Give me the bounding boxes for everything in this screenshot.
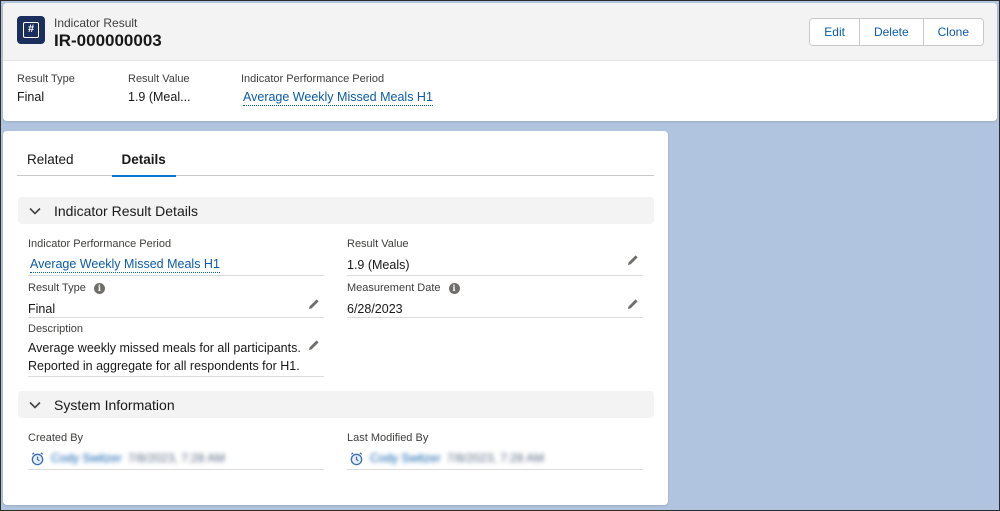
description-line-2: Reported in aggregate for all respondent… [28, 359, 300, 373]
field-value: 6/28/2023 [347, 302, 403, 316]
details-card: Related Details Indicator Result Details… [3, 131, 668, 505]
field-label: Description [28, 323, 84, 335]
field-result-type: Result Type i Final [28, 282, 324, 318]
field-label: Result Value [347, 238, 409, 250]
last-modified-by-value: Cody Switzer 7/8/2023, 7:28 AM [347, 449, 643, 467]
field-description: Description Average weekly missed meals … [28, 323, 324, 377]
pencil-edit-icon[interactable] [308, 298, 320, 310]
field-last-modified-by: Last Modified By Cody Switzer 7/8/2023, 7… [347, 432, 643, 470]
created-by-value: Cody Switzer 7/8/2023, 7:28 AM [28, 449, 324, 467]
field-value: 1.9 (Meals) [347, 258, 410, 272]
description-line-1: Average weekly missed meals for all part… [28, 341, 301, 355]
alarm-clock-icon [350, 451, 363, 465]
info-icon[interactable]: i [448, 282, 460, 294]
blurred-user-info: Cody Switzer 7/8/2023, 7:28 AM [370, 451, 544, 465]
pencil-edit-icon[interactable] [627, 254, 639, 266]
field-label: Created By [28, 432, 84, 444]
field-created-by: Created By Cody Switzer 7/8/2023, 7:28 AM [28, 432, 324, 470]
last-modified-by-user-link[interactable]: Cody Switzer [370, 451, 441, 465]
clone-button[interactable]: Clone [922, 19, 983, 45]
field-label-text: Measurement Date [347, 282, 441, 294]
field-value: Average weekly missed meals for all part… [28, 339, 324, 375]
section-header-system-information[interactable]: System Information [18, 391, 654, 418]
highlight-performance-period: Indicator Performance Period Average Wee… [241, 73, 433, 106]
field-label-text: Result Type [28, 282, 86, 294]
action-button-group: Edit Delete Clone [809, 18, 984, 46]
field-label: Last Modified By [347, 432, 429, 444]
highlight-result-type: Result Type Final [17, 73, 75, 104]
last-modified-by-timestamp: 7/8/2023, 7:28 AM [446, 451, 545, 465]
highlight-label: Result Type [17, 73, 75, 85]
section-header-indicator-result-details[interactable]: Indicator Result Details [18, 197, 654, 224]
field-result-value: Result Value 1.9 (Meals) [347, 238, 643, 276]
tab-details[interactable]: Details [111, 145, 177, 177]
pencil-edit-icon[interactable] [627, 298, 639, 310]
highlight-value: Final [17, 90, 45, 104]
edit-button[interactable]: Edit [810, 19, 859, 45]
blurred-user-info: Cody Switzer 7/8/2023, 7:28 AM [51, 451, 225, 465]
highlights-panel: Result Type Final Result Value 1.9 (Meal… [3, 61, 997, 121]
tab-related[interactable]: Related [17, 145, 84, 176]
delete-button[interactable]: Delete [858, 19, 923, 45]
field-indicator-performance-period: Indicator Performance Period Average Wee… [28, 238, 324, 276]
record-name: IR-000000003 [54, 31, 162, 50]
performance-period-value-link[interactable]: Average Weekly Missed Meals H1 [30, 256, 220, 273]
created-by-user-link[interactable]: Cody Switzer [51, 451, 122, 465]
performance-period-link[interactable]: Average Weekly Missed Meals H1 [243, 90, 433, 106]
record-header: # Indicator Result IR-000000003 Edit Del… [3, 3, 997, 121]
highlight-label: Indicator Performance Period [241, 73, 385, 85]
tab-bar: Related Details [17, 145, 654, 177]
field-label: Indicator Performance Period [28, 238, 172, 250]
created-by-timestamp: 7/8/2023, 7:28 AM [127, 451, 226, 465]
indicator-result-icon: # [17, 16, 45, 44]
record-header-top: # Indicator Result IR-000000003 Edit Del… [3, 3, 997, 61]
field-label: Measurement Date i [347, 282, 643, 294]
highlight-value: 1.9 (Meal... [128, 90, 191, 104]
highlight-result-value: Result Value 1.9 (Meal... [128, 73, 191, 104]
field-label: Result Type i [28, 282, 324, 294]
chevron-down-icon [29, 207, 41, 215]
highlight-label: Result Value [128, 73, 190, 85]
info-icon[interactable]: i [93, 282, 105, 294]
pencil-edit-icon[interactable] [308, 339, 320, 351]
section-title: Indicator Result Details [54, 202, 198, 219]
section-title: System Information [54, 396, 175, 413]
chevron-down-icon [29, 401, 41, 409]
object-label: Indicator Result [54, 16, 138, 30]
alarm-clock-icon [31, 451, 44, 465]
field-measurement-date: Measurement Date i 6/28/2023 [347, 282, 643, 318]
field-value: Final [28, 302, 56, 316]
